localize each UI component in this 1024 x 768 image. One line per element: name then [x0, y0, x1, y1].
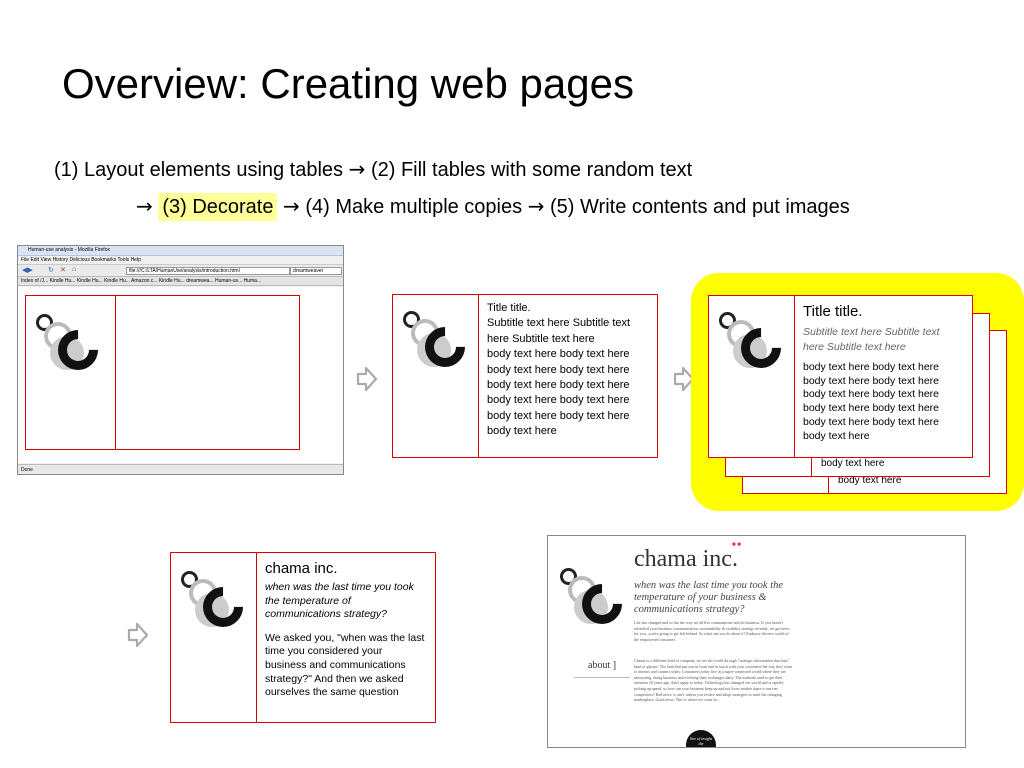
company-name: chama inc. [265, 560, 338, 577]
card-subtitle: Subtitle text here Subtitle text here Su… [487, 317, 631, 345]
decorated-table: Title title. Subtitle text here Subtitle… [708, 295, 973, 458]
home-icon: ⌂ [72, 266, 77, 273]
about-underline [574, 677, 630, 678]
back-forward-icon: ◀▶ [22, 267, 33, 274]
browser-nav-bar: ◀▶ ↻ ✕ ⌂ file:///C:/LTA/HumanUse/analysi… [18, 265, 343, 277]
browser-status-bar: Done [18, 464, 343, 474]
arrow-icon: → [283, 194, 300, 218]
step-3-highlighted: (3) Decorate [158, 193, 278, 221]
chama-logo [36, 314, 107, 379]
card-body: body text here body text here body text … [487, 348, 630, 438]
chama-logo [403, 311, 474, 376]
arrow-icon: → [136, 194, 153, 218]
stop-icon: ✕ [60, 267, 66, 274]
site-paragraph-1: Life has changed and so has the way we a… [634, 620, 790, 642]
layout-table [25, 295, 300, 450]
card-title: Title title. [803, 303, 863, 320]
contents-table: chama inc. when was the last time you to… [170, 552, 436, 723]
logo-cell [26, 296, 116, 449]
next-arrow-icon [356, 366, 378, 392]
logo-cell [171, 553, 257, 722]
body-text: We asked you, "when was the last time yo… [265, 631, 425, 699]
chama-logo [181, 571, 252, 636]
browser-menu-bar: File Edit View History Delicious Bookmar… [18, 256, 343, 265]
text-cell: Title title. Subtitle text here Subtitle… [794, 296, 972, 457]
site-paragraph-2: Chama is a different kind of company, we… [634, 658, 792, 703]
chama-logo [560, 568, 631, 633]
site-tagline: when was the last time you took the temp… [634, 580, 784, 615]
arrow-icon: → [527, 194, 545, 218]
logo-cell [709, 296, 795, 457]
browser-content [18, 287, 343, 463]
steps-line-1: (1) Layout elements using tables → (2) F… [54, 157, 692, 182]
browser-title-bar: Human-use analysis - Mozilla Firefox [18, 246, 343, 256]
search-box: dreamweaver [290, 267, 342, 275]
card-title: Title title. [487, 302, 531, 314]
url-bar: file:///C:/LTA/HumanUse/analysis/introdu… [126, 267, 290, 275]
bookmarks-bar: Index of /J... Kindle Hu... Kindle Hu...… [18, 277, 343, 286]
tagline: when was the last time you took the temp… [265, 581, 414, 621]
badge-text: line of insight the [690, 736, 712, 746]
final-website-screenshot: ■ ■ chama inc. when was the last time yo… [547, 535, 966, 748]
browser-screenshot: Human-use analysis - Mozilla Firefox Fil… [17, 245, 344, 475]
filled-table: Title title. Subtitle text here Subtitle… [392, 294, 658, 458]
reload-icon: ↻ [48, 267, 54, 274]
text-cell: chama inc. when was the last time you to… [256, 553, 435, 722]
step-4: (4) Make multiple copies [305, 196, 523, 218]
content-cell [115, 296, 299, 449]
card-subtitle: Subtitle text here Subtitle text here Su… [803, 326, 940, 353]
next-arrow-icon [127, 622, 149, 648]
slide-title: Overview: Creating web pages [62, 60, 634, 107]
site-name: chama inc. [634, 546, 738, 572]
step-5: (5) Write contents and put images [550, 196, 850, 218]
text-cell: Title title. Subtitle text here Subtitle… [478, 295, 657, 457]
card-body: body text here body text here body text … [803, 361, 940, 442]
chama-logo [719, 312, 790, 377]
step-2: (2) Fill tables with some random text [370, 159, 693, 181]
step-1: (1) Layout elements using tables [54, 159, 344, 181]
logo-cell [393, 295, 479, 457]
about-link[interactable]: about ] [588, 660, 616, 671]
steps-line-2: → (3) Decorate → (4) Make multiple copie… [136, 193, 850, 221]
arrow-icon: → [348, 157, 366, 181]
copy-body-tail: body text here [821, 458, 885, 469]
